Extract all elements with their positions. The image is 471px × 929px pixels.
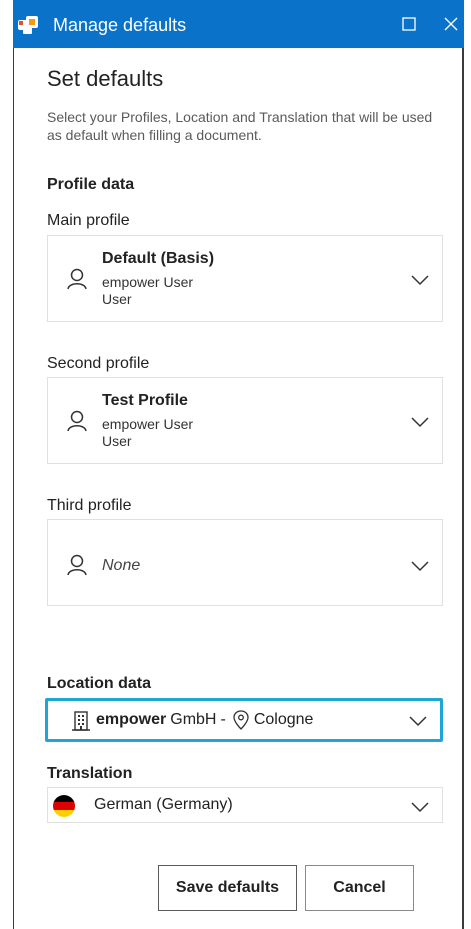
translation-select[interactable]: German (Germany) — [47, 787, 443, 823]
translation-heading: Translation — [47, 765, 133, 782]
map-pin-icon — [233, 710, 249, 730]
third-profile-value: None — [102, 557, 141, 574]
main-profile-select[interactable]: Default (Basis) empower User User — [47, 235, 443, 322]
defaults-app-icon — [18, 16, 38, 34]
chevron-down-icon — [409, 716, 427, 727]
location-value: empower GmbH - Cologne — [70, 709, 313, 731]
page-description: Select your Profiles, Location and Trans… — [47, 109, 433, 143]
cancel-button[interactable]: Cancel — [305, 865, 414, 911]
window-right-border — [462, 0, 464, 929]
main-profile-line2: User — [102, 291, 132, 307]
location-separator: - — [220, 711, 226, 728]
manage-defaults-window: Manage defaults Set defaults Select your… — [0, 0, 471, 929]
save-defaults-button[interactable]: Save defaults — [158, 865, 297, 911]
page-title: Set defaults — [47, 66, 164, 91]
chevron-down-icon — [411, 561, 429, 572]
maximize-button[interactable] — [388, 0, 430, 48]
main-profile-label: Main profile — [47, 212, 130, 229]
location-city: Cologne — [253, 711, 314, 728]
location-select[interactable]: empower GmbH - Cologne — [45, 698, 443, 742]
person-icon — [67, 554, 87, 576]
main-profile-name: Default (Basis) — [102, 250, 215, 267]
second-profile-line1: empower User — [102, 416, 194, 432]
third-profile-select[interactable]: None — [47, 519, 443, 606]
close-button[interactable] — [430, 0, 471, 48]
person-icon — [67, 410, 87, 432]
third-profile-label: Third profile — [47, 497, 132, 514]
germany-flag-icon — [53, 795, 75, 817]
close-icon — [444, 17, 458, 31]
title-bar: Manage defaults — [13, 0, 464, 48]
profile-data-heading: Profile data — [47, 176, 135, 193]
maximize-icon — [402, 17, 416, 31]
chevron-down-icon — [411, 275, 429, 286]
second-profile-line2: User — [102, 433, 132, 449]
translation-value: German (Germany) — [94, 796, 233, 813]
building-icon — [72, 711, 90, 731]
chevron-down-icon — [411, 802, 429, 813]
location-company-rest: GmbH — [170, 711, 217, 728]
window-left-border — [13, 0, 14, 929]
second-profile-label: Second profile — [47, 355, 150, 372]
location-data-heading: Location data — [47, 675, 152, 692]
location-company-bold: empower — [96, 711, 167, 728]
window-title: Manage defaults — [53, 15, 187, 35]
chevron-down-icon — [411, 417, 429, 428]
person-icon — [67, 268, 87, 290]
second-profile-select[interactable]: Test Profile empower User User — [47, 377, 443, 464]
main-profile-line1: empower User — [102, 274, 194, 290]
second-profile-name: Test Profile — [102, 392, 188, 409]
